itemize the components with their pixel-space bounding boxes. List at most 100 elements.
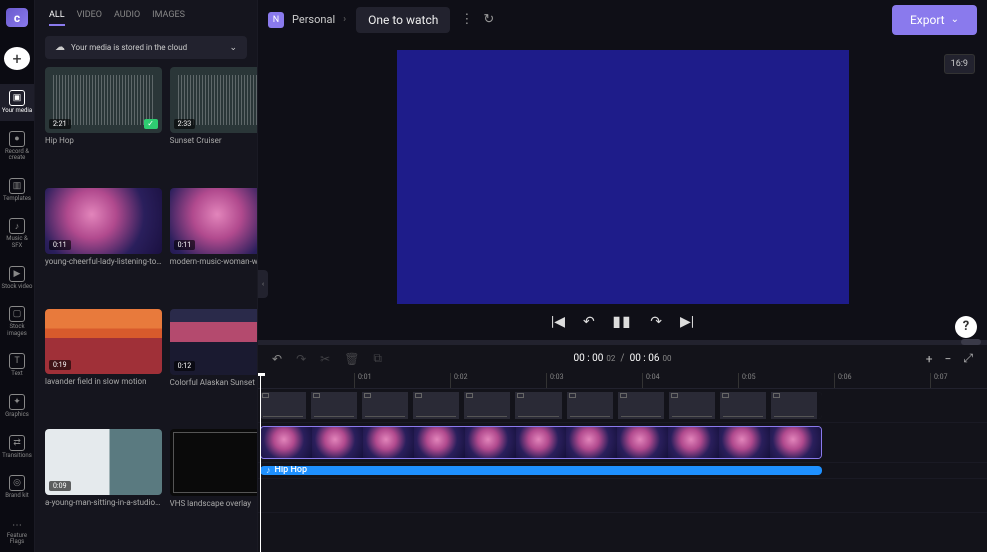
- clip-overlay[interactable]: [260, 392, 822, 419]
- prev-frame-button[interactable]: |◀: [551, 314, 565, 330]
- tab-audio[interactable]: AUDIO: [114, 10, 140, 26]
- playhead[interactable]: [260, 373, 261, 552]
- rail-stock-video[interactable]: ▶Stock video: [0, 260, 34, 297]
- track-empty[interactable]: [258, 479, 987, 513]
- chevron-right-icon: ›: [343, 14, 346, 25]
- media-name: Colorful Alaskan Sunset: [170, 378, 257, 387]
- undo-button[interactable]: ↶: [272, 352, 282, 366]
- rail-text[interactable]: TText: [0, 347, 34, 384]
- media-item[interactable]: 0:09 a-young-man-sitting-in-a-studio…: [45, 429, 162, 542]
- media-thumbnail[interactable]: 0:09: [45, 429, 162, 495]
- rail-feature-flags[interactable]: ⋯Feature Flags: [0, 514, 34, 552]
- zoom-controls: + − ⤢: [926, 351, 973, 366]
- tracks: ♪ Hip Hop: [258, 389, 987, 552]
- audio-icon: ♪: [266, 466, 271, 475]
- timeline-toolbar: ↶ ↷ ✂ 🗑 ⧉ 00 : 00 02 / 00 : 06 00 + − ⤢: [258, 345, 987, 373]
- aspect-ratio-selector[interactable]: 16:9: [944, 54, 975, 74]
- rail-stock-images[interactable]: ▢Stock images: [0, 300, 34, 343]
- stockimage-icon: ▢: [9, 306, 25, 322]
- export-button[interactable]: Export⌄: [892, 5, 977, 35]
- clip-video[interactable]: [260, 426, 822, 459]
- skip-back-button[interactable]: ↶: [583, 314, 595, 330]
- skip-forward-button[interactable]: ↷: [650, 314, 662, 330]
- project-name[interactable]: One to watch: [356, 7, 450, 33]
- duration-badge: 0:19: [49, 360, 71, 370]
- preview-area: 16:9 |◀ ↶ ▮▮ ↷ ▶| ?: [258, 40, 987, 344]
- media-item[interactable]: 0:11✓ modern-music-woman-wearing-…: [170, 188, 257, 301]
- media-thumbnail[interactable]: 0:11: [45, 188, 162, 254]
- help-button[interactable]: ?: [955, 316, 977, 338]
- chevron-down-icon: ⌄: [951, 14, 959, 25]
- transitions-icon: ⇄: [9, 435, 25, 451]
- redo-button[interactable]: ↷: [296, 352, 306, 366]
- ruler-tick: 0:02: [450, 373, 468, 388]
- sync-icon[interactable]: ↻: [483, 12, 494, 27]
- timecode-display: 00 : 00 02 / 00 : 06 00: [574, 353, 672, 364]
- media-name: modern-music-woman-wearing-…: [170, 257, 257, 266]
- media-name: Hip Hop: [45, 136, 162, 145]
- rail-graphics[interactable]: ✦Graphics: [0, 388, 34, 425]
- duration-badge: 0:09: [49, 481, 71, 491]
- duration-badge: 0:12: [174, 361, 196, 371]
- media-item[interactable]: 0:12 Colorful Alaskan Sunset: [170, 309, 257, 422]
- rail-templates[interactable]: ▥Templates: [0, 172, 34, 209]
- zoom-out-button[interactable]: −: [945, 352, 952, 366]
- delete-button[interactable]: 🗑: [344, 352, 359, 366]
- media-item[interactable]: 0:19lavander field in slow motion: [45, 309, 162, 422]
- workspace-selector[interactable]: N Personal ›: [268, 12, 346, 28]
- track-video[interactable]: [258, 423, 987, 463]
- timeline-ruler[interactable]: 0:010:020:030:040:050:060:07: [258, 373, 987, 389]
- media-item[interactable]: ✓VHS landscape overlay: [170, 429, 257, 542]
- track-audio[interactable]: ♪ Hip Hop: [258, 463, 987, 479]
- media-tabs: ALL VIDEO AUDIO IMAGES: [35, 0, 257, 32]
- rail-transitions[interactable]: ⇄Transitions: [0, 429, 34, 466]
- playback-controls: |◀ ↶ ▮▮ ↷ ▶|: [551, 304, 694, 340]
- timeline-body[interactable]: 0:010:020:030:040:050:060:07 ♪ Hip Hop: [258, 373, 987, 552]
- duration-badge: 2:21: [49, 119, 71, 129]
- media-name: Sunset Cruiser: [170, 136, 257, 145]
- rail-music[interactable]: ♪Music & SFX: [0, 212, 34, 255]
- dots-icon: ⋯: [12, 520, 22, 531]
- tab-video[interactable]: VIDEO: [77, 10, 102, 26]
- next-frame-button[interactable]: ▶|: [680, 314, 694, 330]
- rail-brand-kit[interactable]: ◎Brand kit: [0, 469, 34, 506]
- media-thumbnail[interactable]: 0:11✓: [170, 188, 257, 254]
- rail-your-media[interactable]: ▣Your media: [0, 84, 34, 121]
- topbar: N Personal › One to watch ⋮ ↻ Export⌄: [258, 0, 987, 40]
- cloud-status-bar[interactable]: ☁ Your media is stored in the cloud ⌄: [45, 36, 247, 59]
- rail-record[interactable]: ●Record & create: [0, 125, 34, 168]
- record-icon: ●: [9, 131, 25, 147]
- app-logo[interactable]: c: [6, 8, 28, 27]
- add-track-button[interactable]: +: [926, 352, 933, 366]
- tab-all[interactable]: ALL: [49, 10, 65, 26]
- media-thumbnail[interactable]: ✓: [170, 429, 257, 495]
- stockvideo-icon: ▶: [9, 266, 25, 282]
- music-icon: ♪: [9, 218, 25, 234]
- cloud-text: Your media is stored in the cloud: [71, 43, 187, 52]
- media-item[interactable]: 0:11 young-cheerful-lady-listening-to…: [45, 188, 162, 301]
- main-area: N Personal › One to watch ⋮ ↻ Export⌄ 16…: [258, 0, 987, 552]
- ruler-tick: 0:01: [354, 373, 372, 388]
- audio-clip-name: Hip Hop: [275, 466, 308, 475]
- zoom-fit-button[interactable]: ⤢: [963, 351, 973, 366]
- clip-audio[interactable]: ♪ Hip Hop: [260, 466, 822, 475]
- track-overlay[interactable]: [258, 389, 987, 423]
- media-thumbnail[interactable]: 0:12: [170, 309, 257, 375]
- media-thumbnail[interactable]: 0:19: [45, 309, 162, 375]
- tab-images[interactable]: IMAGES: [152, 10, 185, 26]
- media-thumbnail[interactable]: 2:33: [170, 67, 257, 133]
- split-button[interactable]: ✂: [320, 352, 330, 366]
- duration-badge: 0:11: [49, 240, 71, 250]
- duplicate-button[interactable]: ⧉: [373, 351, 382, 366]
- pause-button[interactable]: ▮▮: [613, 314, 632, 330]
- media-name: young-cheerful-lady-listening-to…: [45, 257, 162, 266]
- media-name: a-young-man-sitting-in-a-studio…: [45, 498, 162, 507]
- media-item[interactable]: 2:21✓ Hip Hop: [45, 67, 162, 180]
- workspace-name: Personal: [292, 13, 335, 26]
- add-button[interactable]: +: [4, 47, 30, 70]
- more-menu-icon[interactable]: ⋮: [460, 12, 473, 27]
- media-item[interactable]: 2:33 Sunset Cruiser: [170, 67, 257, 180]
- media-thumbnail[interactable]: 2:21✓: [45, 67, 162, 133]
- timeline-resize-handle[interactable]: [258, 340, 987, 344]
- preview-canvas[interactable]: [397, 50, 849, 304]
